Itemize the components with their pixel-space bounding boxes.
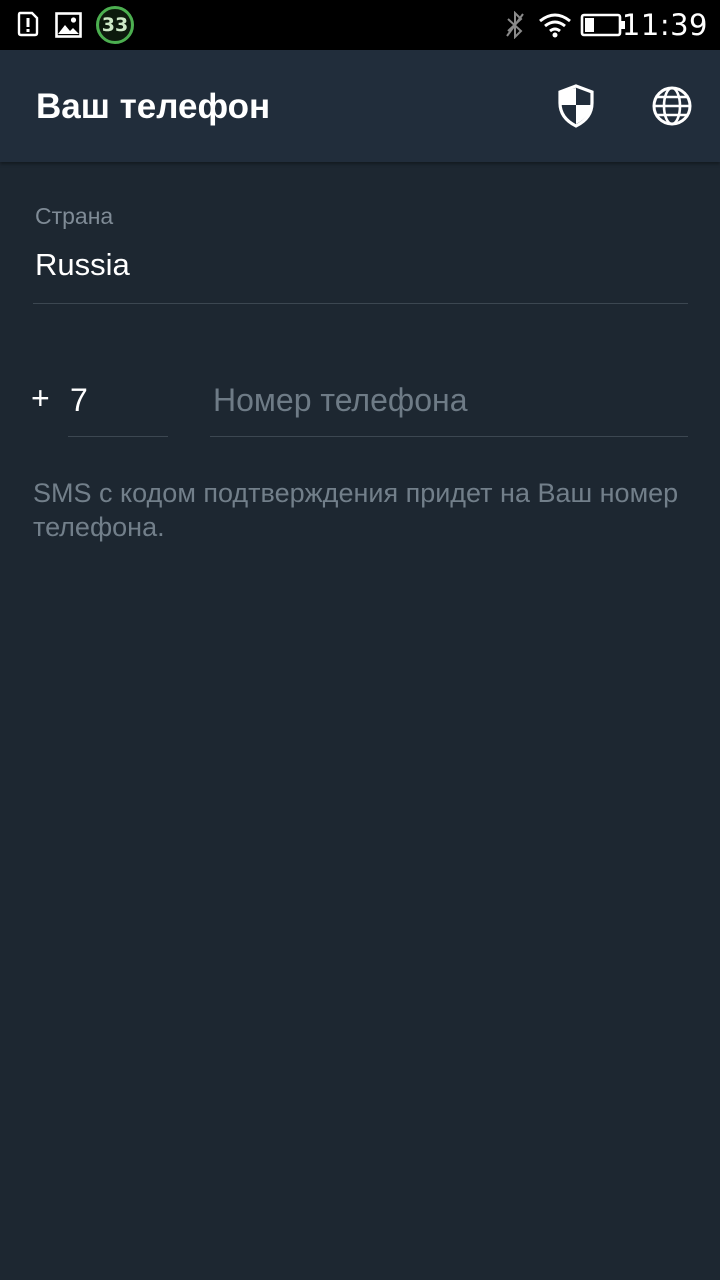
shield-icon (557, 84, 595, 128)
notification-badge: 33 (96, 6, 134, 44)
page-title: Ваш телефон (36, 87, 271, 126)
wifi-icon (537, 11, 573, 39)
globe-icon (651, 85, 693, 127)
language-button[interactable] (648, 82, 696, 130)
country-code-input[interactable] (70, 378, 166, 422)
sms-hint: SMS с кодом подтверждения придет на Ваш … (33, 478, 679, 542)
country-selector[interactable]: Russia (35, 247, 130, 283)
status-bar: 33 11:39 (0, 0, 720, 50)
phone-underline (210, 436, 688, 437)
security-button[interactable] (552, 82, 600, 130)
code-underline (68, 436, 168, 437)
country-label: Страна (35, 203, 114, 229)
country-underline (33, 303, 688, 304)
phone-prefix: + (31, 380, 50, 416)
battery-icon (580, 13, 626, 37)
app-bar: Ваш телефон (0, 50, 720, 162)
alert-icon (14, 10, 42, 38)
status-time: 11:39 (621, 8, 708, 42)
bluetooth-icon (502, 11, 528, 39)
image-icon (54, 11, 82, 39)
phone-number-input[interactable] (213, 378, 683, 422)
